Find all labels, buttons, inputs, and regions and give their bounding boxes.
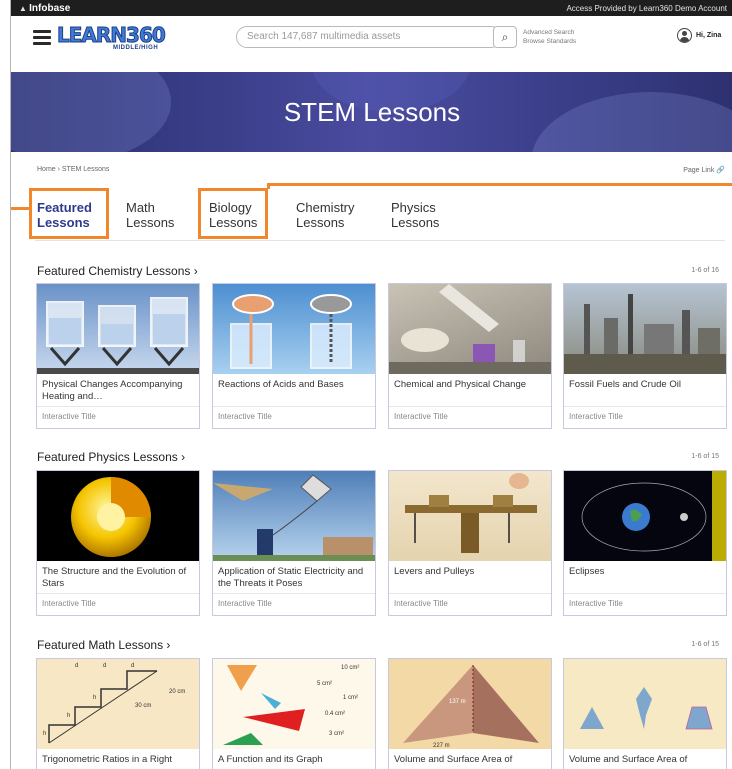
- lesson-thumbnail: 10 cm² 5 cm² 1 cm² 0.4 cm² 3 cm²: [213, 659, 375, 749]
- highlight-connector-joint: [267, 183, 270, 189]
- lesson-type: Interactive Title: [394, 412, 448, 421]
- user-menu[interactable]: Hi, Zina: [677, 28, 721, 43]
- lesson-type: Interactive Title: [218, 599, 272, 608]
- search-icon[interactable]: ⌕: [493, 26, 517, 48]
- page-banner: STEM Lessons: [11, 72, 732, 152]
- infobase-bar: ▲ Infobase Access Provided by Learn360 D…: [11, 0, 732, 16]
- lesson-type: Interactive Title: [42, 412, 96, 421]
- lesson-thumbnail: 137 m 227 m: [389, 659, 551, 749]
- tab-physics-lessons[interactable]: Physics Lessons: [391, 200, 439, 230]
- section-count: 1-6 of 15: [691, 641, 719, 648]
- lesson-title: Eclipses: [569, 566, 605, 577]
- lesson-type: Interactive Title: [394, 599, 448, 608]
- lesson-card[interactable]: Chemical and Physical Change Interactive…: [388, 283, 552, 429]
- section-count: 1-6 of 15: [691, 453, 719, 460]
- svg-text:227 m: 227 m: [433, 743, 450, 749]
- link-icon: 🔗: [716, 167, 725, 174]
- lesson-title: Volume and Surface Area of: [569, 754, 688, 765]
- lesson-title: The Structure and the Evolution of Stars: [42, 566, 187, 589]
- advanced-search-link[interactable]: Advanced Search: [523, 28, 576, 37]
- lesson-card[interactable]: d d d 20 cm 30 cm h h h Trigonometric Ra…: [36, 658, 200, 769]
- lesson-title: Volume and Surface Area of: [394, 754, 513, 765]
- lesson-thumbnail: [564, 284, 726, 374]
- section-count: 1-6 of 16: [691, 267, 719, 274]
- menu-icon[interactable]: [33, 30, 51, 45]
- lesson-thumbnail: [389, 284, 551, 374]
- lesson-title: Application of Static Electricity and th…: [218, 566, 364, 589]
- tabs-divider: [35, 240, 725, 241]
- user-greeting: Hi, Zina: [696, 32, 722, 39]
- section-title[interactable]: Featured Chemistry Lessons ›: [37, 264, 198, 278]
- lesson-card[interactable]: Levers and Pulleys Interactive Title: [388, 470, 552, 616]
- tab-math-lessons[interactable]: Math Lessons: [126, 200, 174, 230]
- lesson-title: Fossil Fuels and Crude Oil: [569, 379, 681, 390]
- svg-text:d: d: [75, 663, 78, 669]
- svg-text:3 cm²: 3 cm²: [329, 731, 344, 737]
- lesson-tabs: Featured Lessons Math Lessons Biology Lesso…: [11, 196, 732, 236]
- lesson-title: Physical Changes Accompanying Heating an…: [42, 379, 183, 402]
- browse-standards-link[interactable]: Browse Standards: [523, 37, 576, 46]
- svg-text:h: h: [67, 713, 70, 719]
- lesson-card[interactable]: The Structure and the Evolution of Stars…: [36, 470, 200, 616]
- lesson-thumbnail: [213, 471, 375, 561]
- lesson-title: Trigonometric Ratios in a Right: [42, 754, 173, 765]
- tab-chemistry-lessons[interactable]: Chemistry Lessons: [296, 200, 355, 230]
- search-input[interactable]: Search 147,687 multimedia assets: [236, 26, 502, 48]
- section-title[interactable]: Featured Physics Lessons ›: [37, 450, 185, 464]
- highlight-connector-left: [11, 207, 30, 210]
- page-link[interactable]: Page Link 🔗: [683, 166, 725, 174]
- svg-text:10 cm²: 10 cm²: [341, 665, 359, 671]
- highlight-box-featured: [29, 188, 109, 239]
- highlight-box-biology: [198, 188, 268, 239]
- avatar-icon: [677, 28, 692, 43]
- svg-text:0.4 cm²: 0.4 cm²: [325, 711, 345, 717]
- lesson-type: Interactive Title: [42, 599, 96, 608]
- lesson-card[interactable]: Eclipses Interactive Title: [563, 470, 727, 616]
- lesson-title: A Function and its Graph: [218, 754, 323, 765]
- svg-text:5 cm²: 5 cm²: [317, 681, 332, 687]
- page: ▲ Infobase Access Provided by Learn360 D…: [10, 0, 732, 769]
- lesson-thumbnail: [37, 284, 199, 374]
- highlight-connector-right: [267, 183, 732, 186]
- lesson-card[interactable]: Fossil Fuels and Crude Oil Interactive T…: [563, 283, 727, 429]
- lesson-title: Reactions of Acids and Bases: [218, 379, 344, 390]
- lesson-thumbnail: [389, 471, 551, 561]
- lesson-card[interactable]: Application of Static Electricity and th…: [212, 470, 376, 616]
- lesson-card[interactable]: Reactions of Acids and Bases Interactive…: [212, 283, 376, 429]
- lesson-title: Chemical and Physical Change: [394, 379, 527, 390]
- svg-text:1 cm²: 1 cm²: [343, 695, 358, 701]
- lesson-type: Interactive Title: [569, 599, 623, 608]
- svg-text:137 m: 137 m: [449, 699, 466, 705]
- lesson-thumbnail: [564, 471, 726, 561]
- learn360-logo[interactable]: LEARN360 MIDDLE/HIGH: [57, 25, 175, 52]
- lesson-title: Levers and Pulleys: [394, 566, 475, 577]
- lesson-thumbnail: [564, 659, 726, 749]
- svg-text:h: h: [93, 695, 96, 701]
- site-header: LEARN360 MIDDLE/HIGH Search 147,687 mult…: [11, 16, 732, 58]
- breadcrumb[interactable]: Home › STEM Lessons: [37, 166, 109, 173]
- search-links: Advanced Search Browse Standards: [523, 28, 576, 46]
- lesson-thumbnail: [213, 284, 375, 374]
- lesson-card[interactable]: 10 cm² 5 cm² 1 cm² 0.4 cm² 3 cm² A Funct…: [212, 658, 376, 769]
- infobase-brand[interactable]: ▲ Infobase: [19, 3, 70, 14]
- svg-text:d: d: [103, 663, 106, 669]
- page-title: STEM Lessons: [283, 97, 461, 127]
- section-title[interactable]: Featured Math Lessons ›: [37, 638, 170, 652]
- lesson-type: Interactive Title: [569, 412, 623, 421]
- lesson-thumbnail: d d d 20 cm 30 cm h h h: [37, 659, 199, 749]
- lesson-thumbnail: [37, 471, 199, 561]
- lesson-card[interactable]: 137 m 227 m Volume and Surface Area of: [388, 658, 552, 769]
- svg-text:d: d: [131, 663, 134, 669]
- svg-text:30 cm: 30 cm: [135, 703, 151, 709]
- infobase-logo-icon: ▲: [19, 3, 27, 13]
- svg-text:h: h: [43, 731, 46, 737]
- svg-text:20 cm: 20 cm: [169, 689, 185, 695]
- lesson-type: Interactive Title: [218, 412, 272, 421]
- access-text: Access Provided by Learn360 Demo Account: [566, 3, 727, 13]
- lesson-card[interactable]: Volume and Surface Area of: [563, 658, 727, 769]
- lesson-card[interactable]: Physical Changes Accompanying Heating an…: [36, 283, 200, 429]
